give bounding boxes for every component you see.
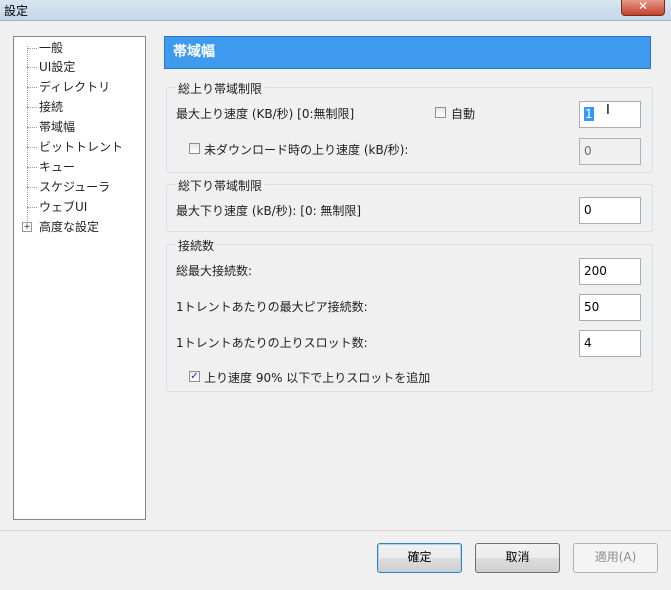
auto-label: 自動 <box>451 107 476 121</box>
panel-title: 帯域幅 <box>164 36 651 69</box>
max-download-value: 0 <box>584 203 592 217</box>
total-connections-label: 総最大接続数: <box>176 264 253 278</box>
max-download-label: 最大下り速度 (kB/秒): [0: 無制限] <box>176 204 362 218</box>
window-title: 設定 <box>4 4 29 18</box>
max-download-input[interactable]: 0 <box>579 197 641 224</box>
upload-slots-value: 4 <box>584 336 592 350</box>
close-button[interactable]: ✕ <box>621 0 665 16</box>
group-title: 総上り帯域制限 <box>175 80 266 97</box>
extra-slots-checkbox[interactable]: ✓ <box>189 371 200 382</box>
tree-item-connection[interactable]: 接続 <box>14 98 145 116</box>
tree-item-queue[interactable]: キュー <box>14 158 145 176</box>
tree-item-label: ディレクトリ <box>39 80 111 94</box>
total-connections-input[interactable]: 200 <box>579 258 641 285</box>
max-upload-label: 最大上り速度 (KB/秒) [0:無制限] <box>176 107 355 121</box>
apply-button[interactable]: 適用(A) <box>573 543 658 573</box>
per-torrent-peers-label: 1トレントあたりの最大ピア接続数: <box>176 300 368 314</box>
tree-item-label: スケジューラ <box>39 180 111 194</box>
tree-item-label: 接続 <box>39 100 64 114</box>
button-separator <box>0 530 671 531</box>
tree-item-label: ウェブUI <box>39 200 88 214</box>
tree-item-label: UI設定 <box>39 60 76 74</box>
settings-tree: 一般 UI設定 ディレクトリ 接続 帯域幅 ビットトレント キュー スケジューラ… <box>13 36 146 520</box>
title-bar: 設定 ✕ <box>0 0 671 21</box>
expand-icon[interactable]: + <box>22 222 32 232</box>
upload-slots-input[interactable]: 4 <box>579 330 641 357</box>
tree-item-web-ui[interactable]: ウェブUI <box>14 198 145 216</box>
tree-item-label: 帯域幅 <box>39 120 76 134</box>
upload-slots-label: 1トレントあたりの上りスロット数: <box>176 336 368 350</box>
no-download-upload-value: 0 <box>584 144 592 158</box>
no-download-upload-input[interactable]: 0 <box>579 138 641 165</box>
extra-slots-label: 上り速度 90% 以下で上りスロットを追加 <box>204 371 431 385</box>
group-title: 接続数 <box>175 237 218 254</box>
tree-item-ui-settings[interactable]: UI設定 <box>14 58 145 76</box>
no-download-upload-label: 未ダウンロード時の上り速度 (kB/秒): <box>204 143 409 157</box>
max-upload-value: 1 <box>584 107 594 121</box>
tree-item-general[interactable]: 一般 <box>14 39 145 57</box>
cancel-button[interactable]: 取消 <box>475 543 560 573</box>
text-cursor-icon: I <box>606 103 610 118</box>
auto-checkbox[interactable] <box>435 107 446 118</box>
tree-item-label: ビットトレント <box>39 140 124 154</box>
ok-button[interactable]: 確定 <box>377 543 462 573</box>
tree-item-label: 高度な設定 <box>39 220 100 234</box>
tree-item-advanced[interactable]: + 高度な設定 <box>14 218 145 236</box>
total-connections-value: 200 <box>584 264 607 278</box>
tree-item-scheduler[interactable]: スケジューラ <box>14 178 145 196</box>
per-torrent-peers-input[interactable]: 50 <box>579 294 641 321</box>
group-title: 総下り帯域制限 <box>175 177 266 194</box>
tree-item-bandwidth[interactable]: 帯域幅 <box>14 118 145 136</box>
tree-item-label: キュー <box>39 160 76 174</box>
tree-item-bittorrent[interactable]: ビットトレント <box>14 138 145 156</box>
tree-item-directories[interactable]: ディレクトリ <box>14 78 145 96</box>
per-torrent-peers-value: 50 <box>584 300 600 314</box>
no-download-upload-checkbox[interactable] <box>189 143 200 154</box>
tree-item-label: 一般 <box>39 41 64 55</box>
